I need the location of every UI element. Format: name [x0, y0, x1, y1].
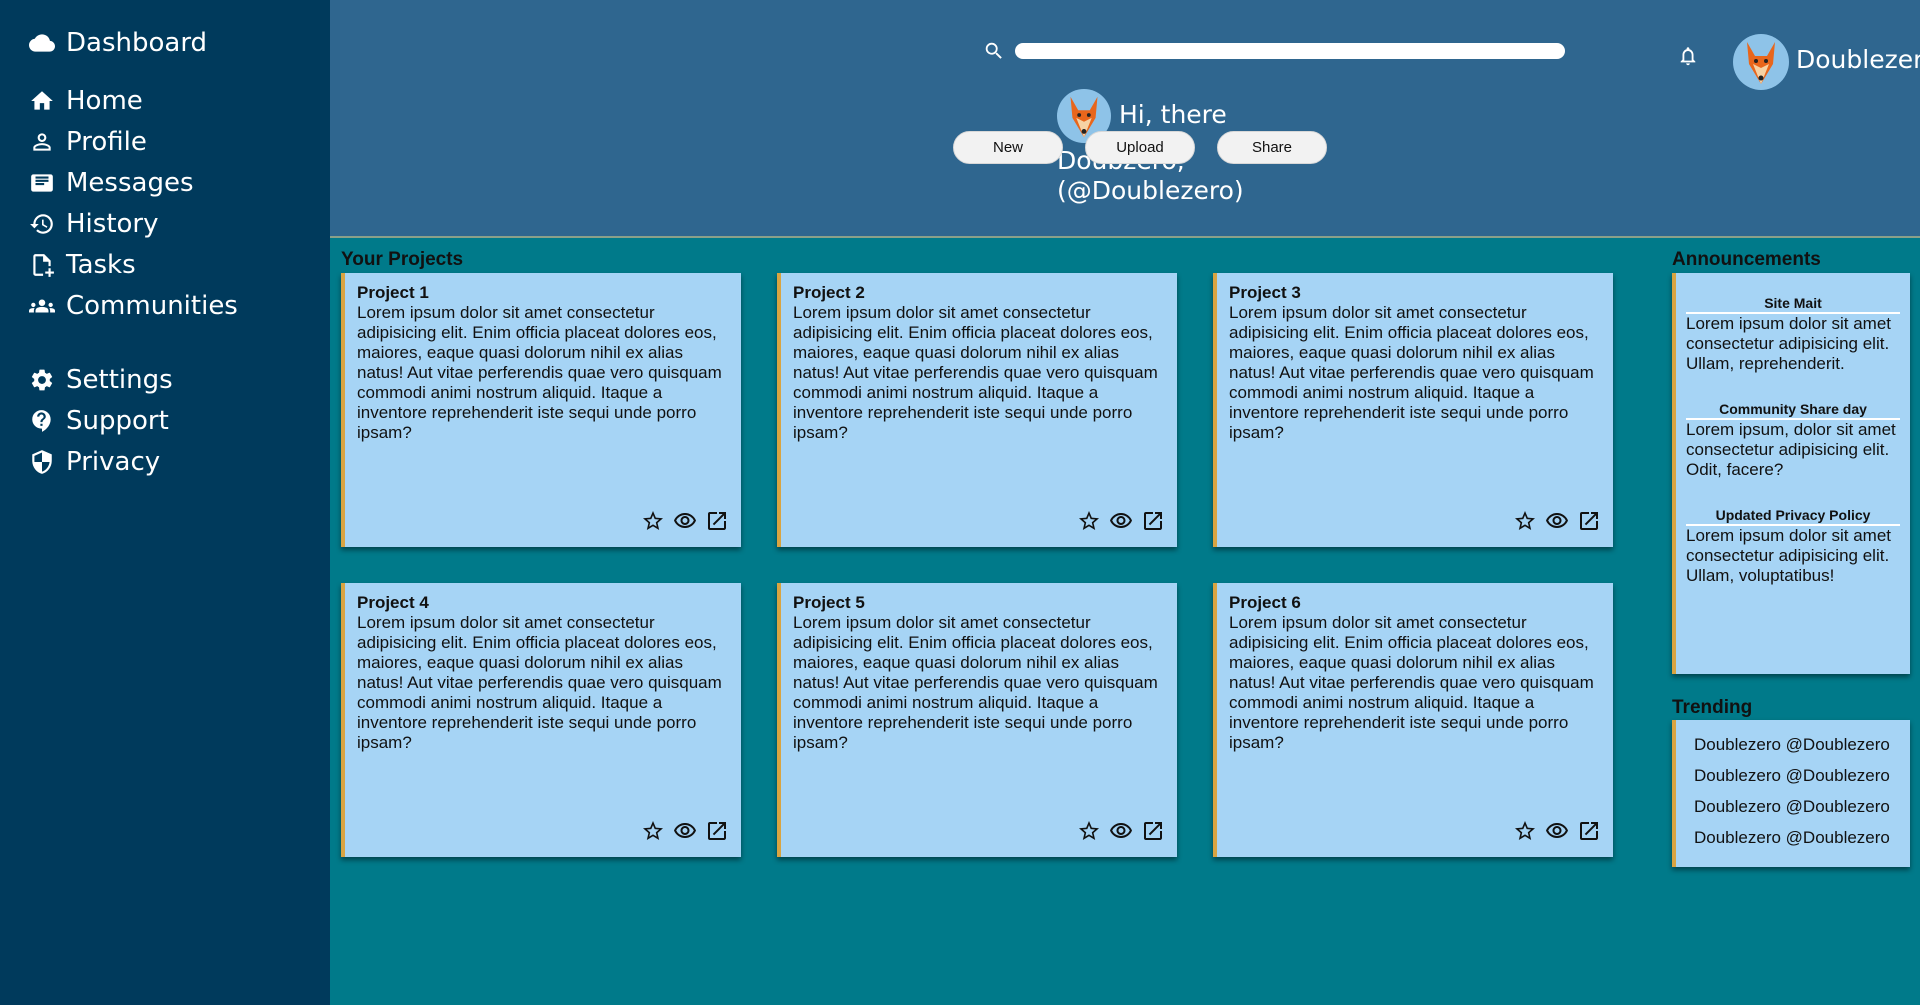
- home-icon: [28, 87, 56, 115]
- star-icon[interactable]: [1077, 819, 1101, 843]
- project-actions: [1513, 509, 1601, 533]
- tasks-icon: [28, 251, 56, 279]
- sidebar-item-label: Profile: [66, 127, 147, 157]
- announcement-text: Lorem ipsum dolor sit amet consectetur a…: [1686, 314, 1892, 373]
- sidebar-item-label: Dashboard: [66, 28, 208, 58]
- sidebar-item-label: Communities: [66, 291, 238, 321]
- share-button[interactable]: Share: [1217, 131, 1327, 164]
- projects-title: Your Projects: [341, 249, 464, 270]
- greeting-line-1: Hi, there: [1119, 100, 1227, 129]
- eye-icon[interactable]: [673, 819, 697, 843]
- open-external-icon[interactable]: [1141, 819, 1165, 843]
- sidebar-item-dashboard[interactable]: Dashboard: [28, 28, 207, 58]
- announcement-heading: Community Share day: [1686, 401, 1900, 420]
- messages-icon: [28, 169, 56, 197]
- star-icon[interactable]: [641, 509, 665, 533]
- project-title: Project 3: [1229, 283, 1301, 302]
- star-icon[interactable]: [1513, 819, 1537, 843]
- project-description: Lorem ipsum dolor sit amet consectetur a…: [793, 613, 1158, 752]
- new-button[interactable]: New: [953, 131, 1063, 164]
- open-external-icon[interactable]: [705, 509, 729, 533]
- sidebar-item-label: History: [66, 209, 159, 239]
- trending-item[interactable]: Doublezero @Doublezero: [1694, 828, 1910, 859]
- project-title: Project 1: [357, 283, 429, 302]
- project-description: Lorem ipsum dolor sit amet consectetur a…: [1229, 613, 1594, 752]
- project-description: Lorem ipsum dolor sit amet consectetur a…: [793, 303, 1158, 442]
- sidebar-item-support[interactable]: Support: [28, 406, 169, 436]
- sidebar-item-label: Home: [66, 86, 143, 116]
- open-external-icon[interactable]: [1577, 509, 1601, 533]
- open-external-icon[interactable]: [1577, 819, 1601, 843]
- announcement-text: Lorem ipsum, dolor sit amet consectetur …: [1686, 420, 1896, 479]
- sidebar-item-profile[interactable]: Profile: [28, 127, 147, 157]
- project-description: Lorem ipsum dolor sit amet consectetur a…: [357, 303, 722, 442]
- sidebar-item-label: Privacy: [66, 447, 161, 477]
- trending-title: Trending: [1672, 697, 1753, 718]
- open-external-icon[interactable]: [705, 819, 729, 843]
- sidebar-item-settings[interactable]: Settings: [28, 365, 173, 395]
- gear-icon: [28, 366, 56, 394]
- project-title: Project 2: [793, 283, 865, 302]
- avatar[interactable]: [1733, 34, 1789, 90]
- eye-icon[interactable]: [1545, 509, 1569, 533]
- star-icon[interactable]: [641, 819, 665, 843]
- sidebar-item-privacy[interactable]: Privacy: [28, 447, 160, 477]
- project-title: Project 5: [793, 593, 865, 612]
- sidebar-item-label: Tasks: [66, 250, 136, 280]
- eye-icon[interactable]: [1109, 509, 1133, 533]
- trending-panel: Doublezero @Doublezero Doublezero @Doubl…: [1672, 720, 1910, 867]
- project-title: Project 4: [357, 593, 429, 612]
- project-actions: [641, 819, 729, 843]
- project-card[interactable]: Project 6 Lorem ipsum dolor sit amet cons…: [1213, 583, 1613, 857]
- username[interactable]: Doublezero: [1796, 45, 1920, 74]
- project-actions: [1077, 509, 1165, 533]
- search-input[interactable]: [1015, 43, 1565, 59]
- announcements-panel: Site Mait Lorem ipsum dolor sit amet con…: [1672, 273, 1910, 674]
- project-card[interactable]: Project 5 Lorem ipsum dolor sit amet cons…: [777, 583, 1177, 857]
- trending-item[interactable]: Doublezero @Doublezero: [1694, 735, 1910, 766]
- person-icon: [28, 128, 56, 156]
- sidebar-item-home[interactable]: Home: [28, 86, 143, 116]
- project-card[interactable]: Project 1 Lorem ipsum dolor sit amet cons…: [341, 273, 741, 547]
- project-actions: [641, 509, 729, 533]
- upload-button[interactable]: Upload: [1085, 131, 1195, 164]
- history-icon: [28, 210, 56, 238]
- trending-item[interactable]: Doublezero @Doublezero: [1694, 797, 1910, 828]
- cloud-icon: [28, 29, 56, 57]
- announcement-heading: Updated Privacy Policy: [1686, 507, 1900, 526]
- header: Doublezero Hi, there Doubzero, (@Doublez…: [330, 0, 1920, 238]
- project-description: Lorem ipsum dolor sit amet consectetur a…: [1229, 303, 1594, 442]
- search-icon[interactable]: [983, 40, 1005, 62]
- bell-icon[interactable]: [1677, 44, 1699, 68]
- announcements-title: Announcements: [1672, 249, 1821, 270]
- eye-icon[interactable]: [1109, 819, 1133, 843]
- sidebar-item-communities[interactable]: Communities: [28, 291, 238, 321]
- sidebar-item-messages[interactable]: Messages: [28, 168, 194, 198]
- star-icon[interactable]: [1513, 509, 1537, 533]
- sidebar: Dashboard Home Profile Messages History …: [0, 0, 330, 1005]
- group-icon: [28, 292, 56, 320]
- project-title: Project 6: [1229, 593, 1301, 612]
- eye-icon[interactable]: [673, 509, 697, 533]
- sidebar-item-label: Support: [66, 406, 169, 436]
- project-description: Lorem ipsum dolor sit amet consectetur a…: [357, 613, 722, 752]
- project-card[interactable]: Project 4 Lorem ipsum dolor sit amet cons…: [341, 583, 741, 857]
- project-actions: [1513, 819, 1601, 843]
- project-card[interactable]: Project 3 Lorem ipsum dolor sit amet cons…: [1213, 273, 1613, 547]
- sidebar-item-label: Settings: [66, 365, 173, 395]
- project-card[interactable]: Project 2 Lorem ipsum dolor sit amet cons…: [777, 273, 1177, 547]
- shield-icon: [28, 448, 56, 476]
- sidebar-item-tasks[interactable]: Tasks: [28, 250, 136, 280]
- project-actions: [1077, 819, 1165, 843]
- sidebar-item-label: Messages: [66, 168, 194, 198]
- announcement-heading: Site Mait: [1686, 295, 1900, 314]
- open-external-icon[interactable]: [1141, 509, 1165, 533]
- sidebar-item-history[interactable]: History: [28, 209, 159, 239]
- star-icon[interactable]: [1077, 509, 1101, 533]
- support-icon: [28, 407, 56, 435]
- trending-item[interactable]: Doublezero @Doublezero: [1694, 766, 1910, 797]
- eye-icon[interactable]: [1545, 819, 1569, 843]
- announcement-text: Lorem ipsum dolor sit amet consectetur a…: [1686, 526, 1892, 585]
